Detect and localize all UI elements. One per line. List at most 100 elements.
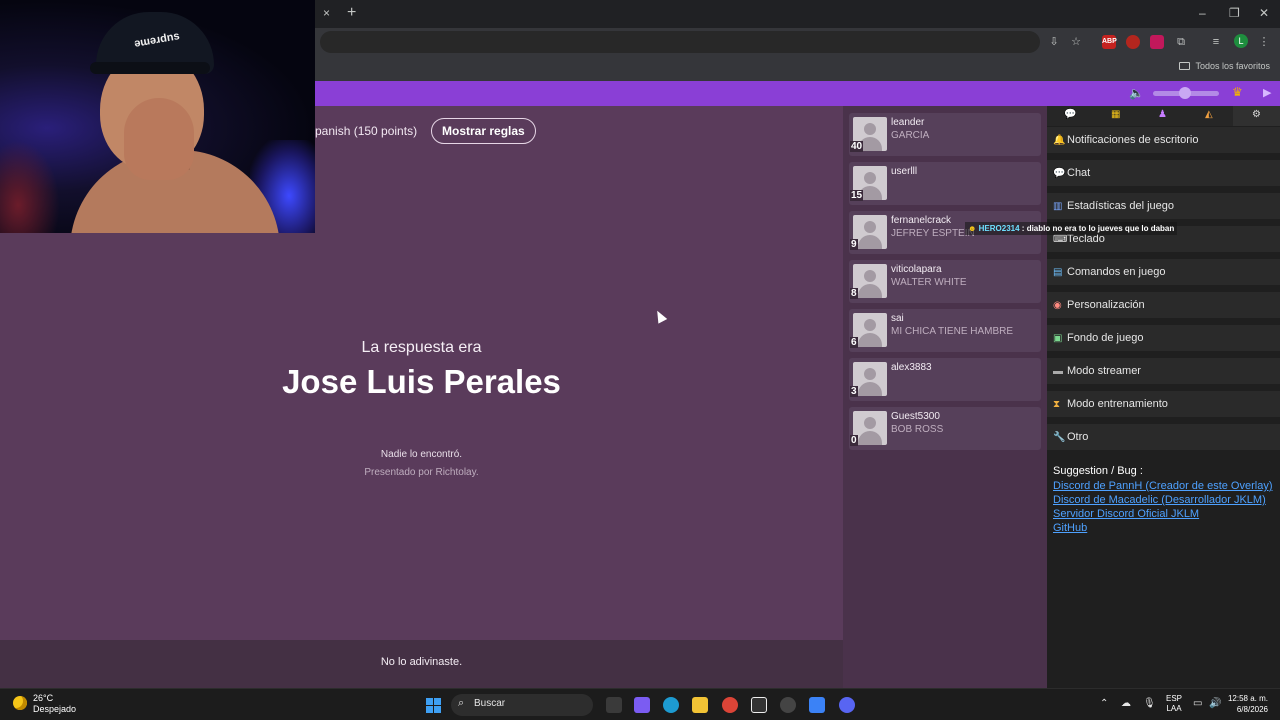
tab-search-icon[interactable]: ≡ bbox=[1209, 35, 1223, 49]
extension-pink-icon[interactable] bbox=[1150, 35, 1164, 49]
volume-icon[interactable]: 🔈 bbox=[1129, 86, 1144, 100]
crown-icon[interactable]: ♛ bbox=[1232, 85, 1243, 99]
adblock-extension-icon[interactable]: ABP bbox=[1102, 35, 1117, 49]
microphone-icon[interactable]: 🎙 bbox=[1143, 698, 1156, 709]
result-message: No lo adivinaste. bbox=[380, 656, 463, 668]
tray-chevron-icon[interactable]: ⌃ bbox=[1100, 698, 1108, 709]
player-avatar bbox=[853, 411, 887, 445]
all-bookmarks-folder[interactable]: Todos los favoritos bbox=[1179, 61, 1270, 71]
player-card[interactable]: 15 userlll bbox=[849, 162, 1041, 205]
folder-icon bbox=[1179, 62, 1191, 70]
language-indicator[interactable]: ESP LAA bbox=[1166, 694, 1182, 714]
hourglass-icon: ⧗ bbox=[1053, 399, 1061, 410]
player-guess: BOB ROSS bbox=[891, 424, 944, 435]
player-score: 15 bbox=[850, 190, 864, 201]
taskbar-search[interactable]: ⌕ Buscar bbox=[451, 694, 593, 716]
tab-close-icon[interactable]: × bbox=[323, 6, 330, 20]
answer-value: Jose Luis Perales bbox=[282, 363, 561, 400]
install-app-icon[interactable]: ⇩ bbox=[1047, 35, 1061, 49]
player-name: userlll bbox=[891, 166, 918, 177]
player-name: viticolapara bbox=[891, 264, 942, 275]
player-card[interactable]: 0 Guest5300 BOB ROSS bbox=[849, 407, 1041, 450]
app-icon[interactable] bbox=[809, 697, 825, 713]
link-official-discord[interactable]: Servidor Discord Oficial JKLM bbox=[1053, 507, 1277, 521]
player-avatar bbox=[853, 264, 887, 298]
extension-red-icon[interactable] bbox=[1126, 35, 1140, 49]
player-card[interactable]: 6 sai MI CHICA TIENE HAMBRE bbox=[849, 309, 1041, 352]
room-info: panish (150 points) bbox=[315, 124, 418, 138]
player-card[interactable]: 3 alex3883 bbox=[849, 358, 1041, 401]
player-card[interactable]: 8 viticolapara WALTER WHITE bbox=[849, 260, 1041, 303]
date: 6/8/2026 bbox=[1236, 705, 1268, 714]
link-github[interactable]: GitHub bbox=[1053, 521, 1277, 535]
palette-icon[interactable]: ◭ bbox=[1205, 109, 1213, 120]
player-guess: WALTER WHITE bbox=[891, 277, 967, 288]
chat-username: HERO2314 bbox=[978, 224, 1020, 233]
gear-icon[interactable]: ⚙ bbox=[1252, 109, 1261, 120]
link-macadelic-discord[interactable]: Discord de Macadelic (Desarrollador JKLM… bbox=[1053, 493, 1277, 507]
clock[interactable]: 12:58 a. m. 6/8/2026 bbox=[1226, 693, 1268, 715]
chat-bubble-icon[interactable]: 💬 bbox=[1064, 109, 1076, 120]
menu-label: Estadísticas del juego bbox=[1067, 200, 1175, 212]
gift-icon[interactable]: ▦ bbox=[1111, 109, 1120, 120]
minimize-button[interactable]: – bbox=[1199, 6, 1206, 20]
menu-label: Modo streamer bbox=[1067, 365, 1141, 377]
address-bar[interactable] bbox=[320, 31, 1040, 53]
bookmark-star-icon[interactable]: ☆ bbox=[1069, 35, 1083, 49]
player-score: 3 bbox=[850, 386, 858, 397]
menu-label: Notificaciones de escritorio bbox=[1067, 134, 1199, 146]
onedrive-icon[interactable]: ☁ bbox=[1121, 698, 1131, 709]
presented-by-text: Presentado por Richtolay. bbox=[364, 467, 479, 478]
weather-widget[interactable]: 26°C Despejado bbox=[33, 693, 76, 715]
profile-avatar[interactable]: L bbox=[1234, 34, 1248, 48]
weather-moon-icon[interactable] bbox=[13, 696, 27, 710]
menu-commands[interactable]: ▤ Comandos en juego bbox=[1047, 259, 1280, 285]
copilot-icon[interactable] bbox=[634, 697, 650, 713]
player-score: 40 bbox=[850, 141, 864, 152]
menu-label: Otro bbox=[1067, 431, 1089, 443]
webcam-overlay: ǝɯǝɹdns bbox=[0, 0, 315, 233]
streamer-cap-brim bbox=[90, 62, 210, 74]
streamer-hand bbox=[124, 98, 194, 180]
nobody-found-text: Nadie lo encontró. bbox=[380, 449, 463, 460]
menu-other[interactable]: 🔧 Otro bbox=[1047, 424, 1280, 450]
task-view-icon[interactable] bbox=[606, 697, 622, 713]
new-tab-button[interactable]: + bbox=[347, 5, 356, 21]
player-card[interactable]: 40 leander GARCIA bbox=[849, 113, 1041, 156]
player-guess: JEFREY ESPTEIN bbox=[891, 228, 975, 239]
obs-icon[interactable] bbox=[780, 697, 796, 713]
menu-chat[interactable]: 💬 Chat bbox=[1047, 160, 1280, 186]
volume-slider-knob[interactable] bbox=[1179, 87, 1191, 99]
edge-icon[interactable] bbox=[663, 697, 679, 713]
network-icon[interactable]: ▭ bbox=[1193, 698, 1202, 709]
player-score: 6 bbox=[850, 337, 858, 348]
file-explorer-icon[interactable] bbox=[692, 697, 708, 713]
extensions-puzzle-icon[interactable]: ⧉ bbox=[1174, 35, 1188, 49]
link-pannh-discord[interactable]: Discord de PannH (Creador de este Overla… bbox=[1053, 479, 1277, 493]
show-rules-button[interactable]: Mostrar reglas bbox=[431, 118, 536, 144]
webcam-light-left bbox=[0, 140, 60, 233]
wrench-icon: 🔧 bbox=[1053, 432, 1066, 443]
maximize-button[interactable]: ❐ bbox=[1229, 6, 1240, 20]
player-avatar bbox=[853, 313, 887, 347]
menu-training-mode[interactable]: ⧗ Modo entrenamiento bbox=[1047, 391, 1280, 417]
player-score: 8 bbox=[850, 288, 858, 299]
joystick-icon[interactable]: ♟ bbox=[1158, 109, 1167, 120]
discord-icon[interactable] bbox=[839, 697, 855, 713]
time: 12:58 a. m. bbox=[1227, 694, 1268, 703]
menu-dots-icon[interactable]: ⋮ bbox=[1257, 35, 1271, 49]
menu-customization[interactable]: ◉ Personalización bbox=[1047, 292, 1280, 318]
close-window-button[interactable]: ✕ bbox=[1259, 6, 1269, 20]
all-bookmarks-label: Todos los favoritos bbox=[1195, 61, 1270, 71]
menu-label: Personalización bbox=[1067, 299, 1145, 311]
menu-background[interactable]: ▣ Fondo de juego bbox=[1047, 325, 1280, 351]
menu-notifications[interactable]: 🔔 Notificaciones de escritorio bbox=[1047, 127, 1280, 153]
menu-stats[interactable]: ▥ Estadísticas del juego bbox=[1047, 193, 1280, 219]
terminal-icon: ▤ bbox=[1053, 267, 1063, 278]
play-icon[interactable]: ▶ bbox=[1263, 86, 1271, 99]
capcut-icon[interactable] bbox=[751, 697, 767, 713]
menu-streamer-mode[interactable]: ▬ Modo streamer bbox=[1047, 358, 1280, 384]
start-button[interactable] bbox=[426, 698, 441, 713]
speaker-icon[interactable]: 🔊 bbox=[1209, 698, 1221, 709]
chrome-icon[interactable] bbox=[722, 697, 738, 713]
